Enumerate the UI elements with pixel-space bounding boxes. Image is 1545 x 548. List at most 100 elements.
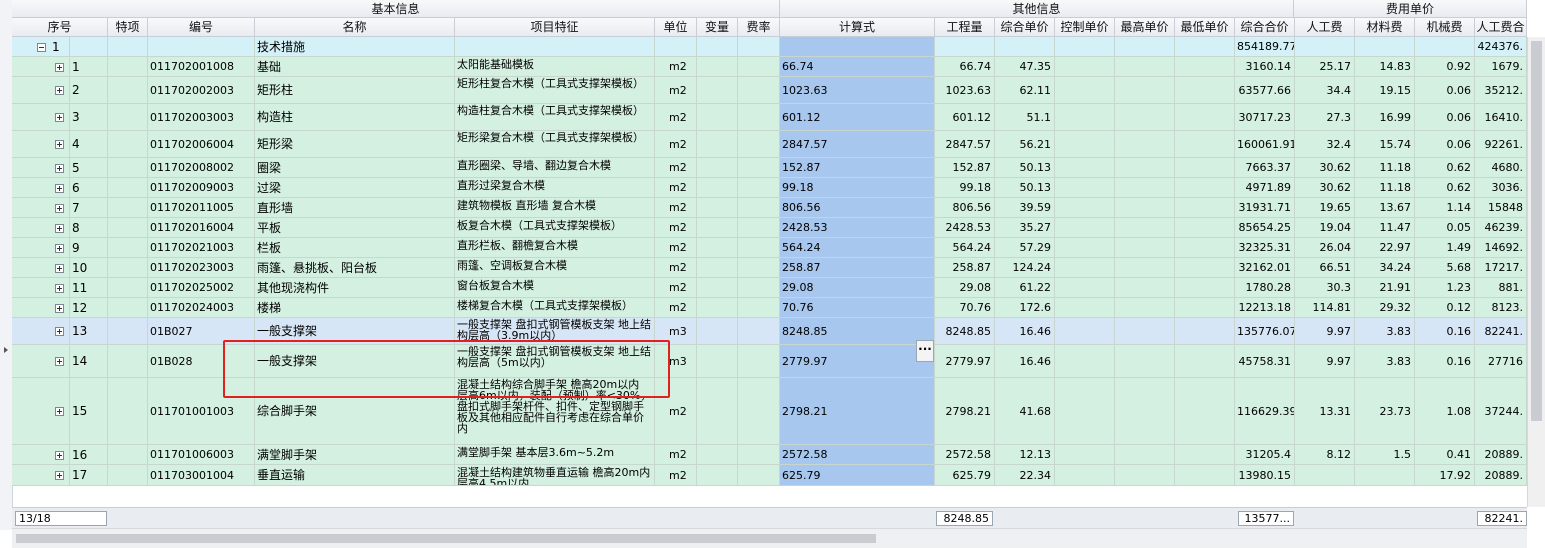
cell-formula[interactable]: 70.76 — [780, 298, 935, 318]
expand-icon[interactable] — [55, 303, 64, 313]
expand-icon[interactable] — [55, 450, 64, 460]
column-header-special[interactable]: 特项 — [108, 18, 148, 37]
cell-rate — [738, 298, 780, 318]
cell-formula[interactable]: 99.18 — [780, 178, 935, 198]
cell-rate — [738, 445, 780, 465]
cell-formula[interactable]: 601.12 — [780, 104, 935, 131]
cell-special — [108, 37, 148, 57]
column-header-min_price[interactable]: 最低单价 — [1175, 18, 1235, 37]
cell-machine: 1.14 — [1415, 198, 1475, 218]
cell-formula[interactable]: 2798.21 — [780, 378, 935, 445]
cell-formula[interactable]: 2572.58 — [780, 445, 935, 465]
cell-material: 19.15 — [1355, 77, 1415, 104]
cell-qty: 29.08 — [935, 278, 995, 298]
row-seq-label: 2 — [72, 83, 80, 97]
seq-divider — [69, 57, 70, 76]
cell-formula[interactable]: 66.74 — [780, 57, 935, 77]
expand-icon[interactable] — [55, 263, 64, 273]
cell-total: 12213.18 — [1235, 298, 1295, 318]
cell-max_price — [1115, 445, 1175, 465]
expand-icon[interactable] — [55, 223, 64, 233]
expand-icon[interactable] — [55, 471, 64, 480]
column-header-unit_price[interactable]: 综合单价 — [995, 18, 1055, 37]
cell-qty: 8248.85 — [935, 318, 995, 345]
cell-min_price — [1175, 57, 1235, 77]
expand-icon[interactable] — [55, 140, 64, 149]
expand-icon[interactable] — [55, 327, 64, 336]
column-header-formula[interactable]: 计算式 — [780, 18, 935, 37]
expand-icon[interactable] — [55, 113, 64, 122]
column-header-ctrl_price[interactable]: 控制单价 — [1055, 18, 1115, 37]
column-header-name[interactable]: 名称 — [255, 18, 455, 37]
expand-icon[interactable] — [55, 62, 64, 72]
column-header-code[interactable]: 编号 — [148, 18, 255, 37]
cell-feature: 满堂脚手架 基本层3.6m~5.2m — [455, 445, 655, 465]
cell-material: 13.67 — [1355, 198, 1415, 218]
expand-icon[interactable] — [55, 243, 64, 253]
collapse-icon[interactable] — [37, 42, 46, 52]
expand-icon[interactable] — [55, 357, 64, 366]
row-seq-label: 3 — [72, 110, 80, 124]
cell-formula[interactable]: 1023.63 — [780, 77, 935, 104]
cell-formula[interactable]: 29.08 — [780, 278, 935, 298]
vertical-scrollbar[interactable] — [1527, 37, 1545, 507]
cell-var — [697, 158, 738, 178]
feature-text: 构造柱复合木模（工具式支撑架模板） — [457, 104, 644, 117]
expand-icon[interactable] — [55, 163, 64, 173]
cell-total: 13980.15 — [1235, 465, 1295, 486]
cell-min_price — [1175, 445, 1235, 465]
cell-seq: 15 — [12, 378, 108, 445]
cell-labor_total: 20889. — [1475, 445, 1527, 465]
cell-formula[interactable]: 625.79 — [780, 465, 935, 486]
column-header-feature[interactable]: 项目特征 — [455, 18, 655, 37]
column-header-labor[interactable]: 人工费 — [1295, 18, 1355, 37]
cell-machine: 0.62 — [1415, 158, 1475, 178]
cell-machine: 0.41 — [1415, 445, 1475, 465]
expand-icon[interactable] — [55, 407, 64, 416]
cell-formula[interactable]: 258.87 — [780, 258, 935, 278]
highlight-box — [223, 340, 670, 398]
cell-labor: 30.3 — [1295, 278, 1355, 298]
column-header-total[interactable]: 综合合价 — [1235, 18, 1295, 37]
cell-code: 011702006004 — [148, 131, 255, 158]
cell-formula[interactable]: 2847.57 — [780, 131, 935, 158]
cell-special — [108, 158, 148, 178]
column-header-labor_total[interactable]: 人工费合 — [1475, 18, 1527, 37]
row-seq-label: 1 — [72, 59, 80, 74]
expand-icon[interactable] — [55, 86, 64, 95]
cell-seq: 5 — [12, 158, 108, 178]
cell-unit: m2 — [655, 445, 697, 465]
cell-formula[interactable]: 564.24 — [780, 238, 935, 258]
column-header-seq[interactable]: 序号 — [12, 18, 108, 37]
cell-code: 011701006003 — [148, 445, 255, 465]
cell-formula[interactable]: 8248.85 — [780, 318, 935, 345]
formula-edit-button[interactable]: ··· — [916, 340, 934, 362]
column-header-rate[interactable]: 费率 — [738, 18, 780, 37]
cell-var — [697, 258, 738, 278]
horizontal-scrollbar[interactable] — [12, 528, 1527, 548]
expand-icon[interactable] — [55, 203, 64, 213]
expand-icon[interactable] — [55, 283, 64, 293]
horizontal-scroll-thumb[interactable] — [16, 534, 876, 543]
column-header-qty[interactable]: 工程量 — [935, 18, 995, 37]
column-header-machine[interactable]: 机械费 — [1415, 18, 1475, 37]
feature-text: 直形圈梁、导墙、翻边复合木模 — [457, 159, 611, 172]
cell-rate — [738, 378, 780, 445]
column-header-unit[interactable]: 单位 — [655, 18, 697, 37]
cell-name: 矩形柱 — [255, 77, 455, 104]
vertical-scroll-thumb[interactable] — [1531, 41, 1542, 421]
cell-labor: 26.04 — [1295, 238, 1355, 258]
cell-formula[interactable]: 2428.53 — [780, 218, 935, 238]
column-header-var[interactable]: 变量 — [697, 18, 738, 37]
cell-machine: 1.23 — [1415, 278, 1475, 298]
cell-formula[interactable]: 152.87 — [780, 158, 935, 178]
cell-code: 011702009003 — [148, 178, 255, 198]
expand-icon[interactable] — [55, 183, 64, 193]
column-header-max_price[interactable]: 最高单价 — [1115, 18, 1175, 37]
cell-labor_total: 1679. — [1475, 57, 1527, 77]
cell-formula[interactable]: 806.56 — [780, 198, 935, 218]
cell-formula[interactable]: 2779.97 — [780, 345, 935, 378]
cell-formula[interactable] — [780, 37, 935, 57]
feature-text: 矩形梁复合木模（工具式支撑架模板） — [457, 131, 644, 144]
column-header-material[interactable]: 材料费 — [1355, 18, 1415, 37]
